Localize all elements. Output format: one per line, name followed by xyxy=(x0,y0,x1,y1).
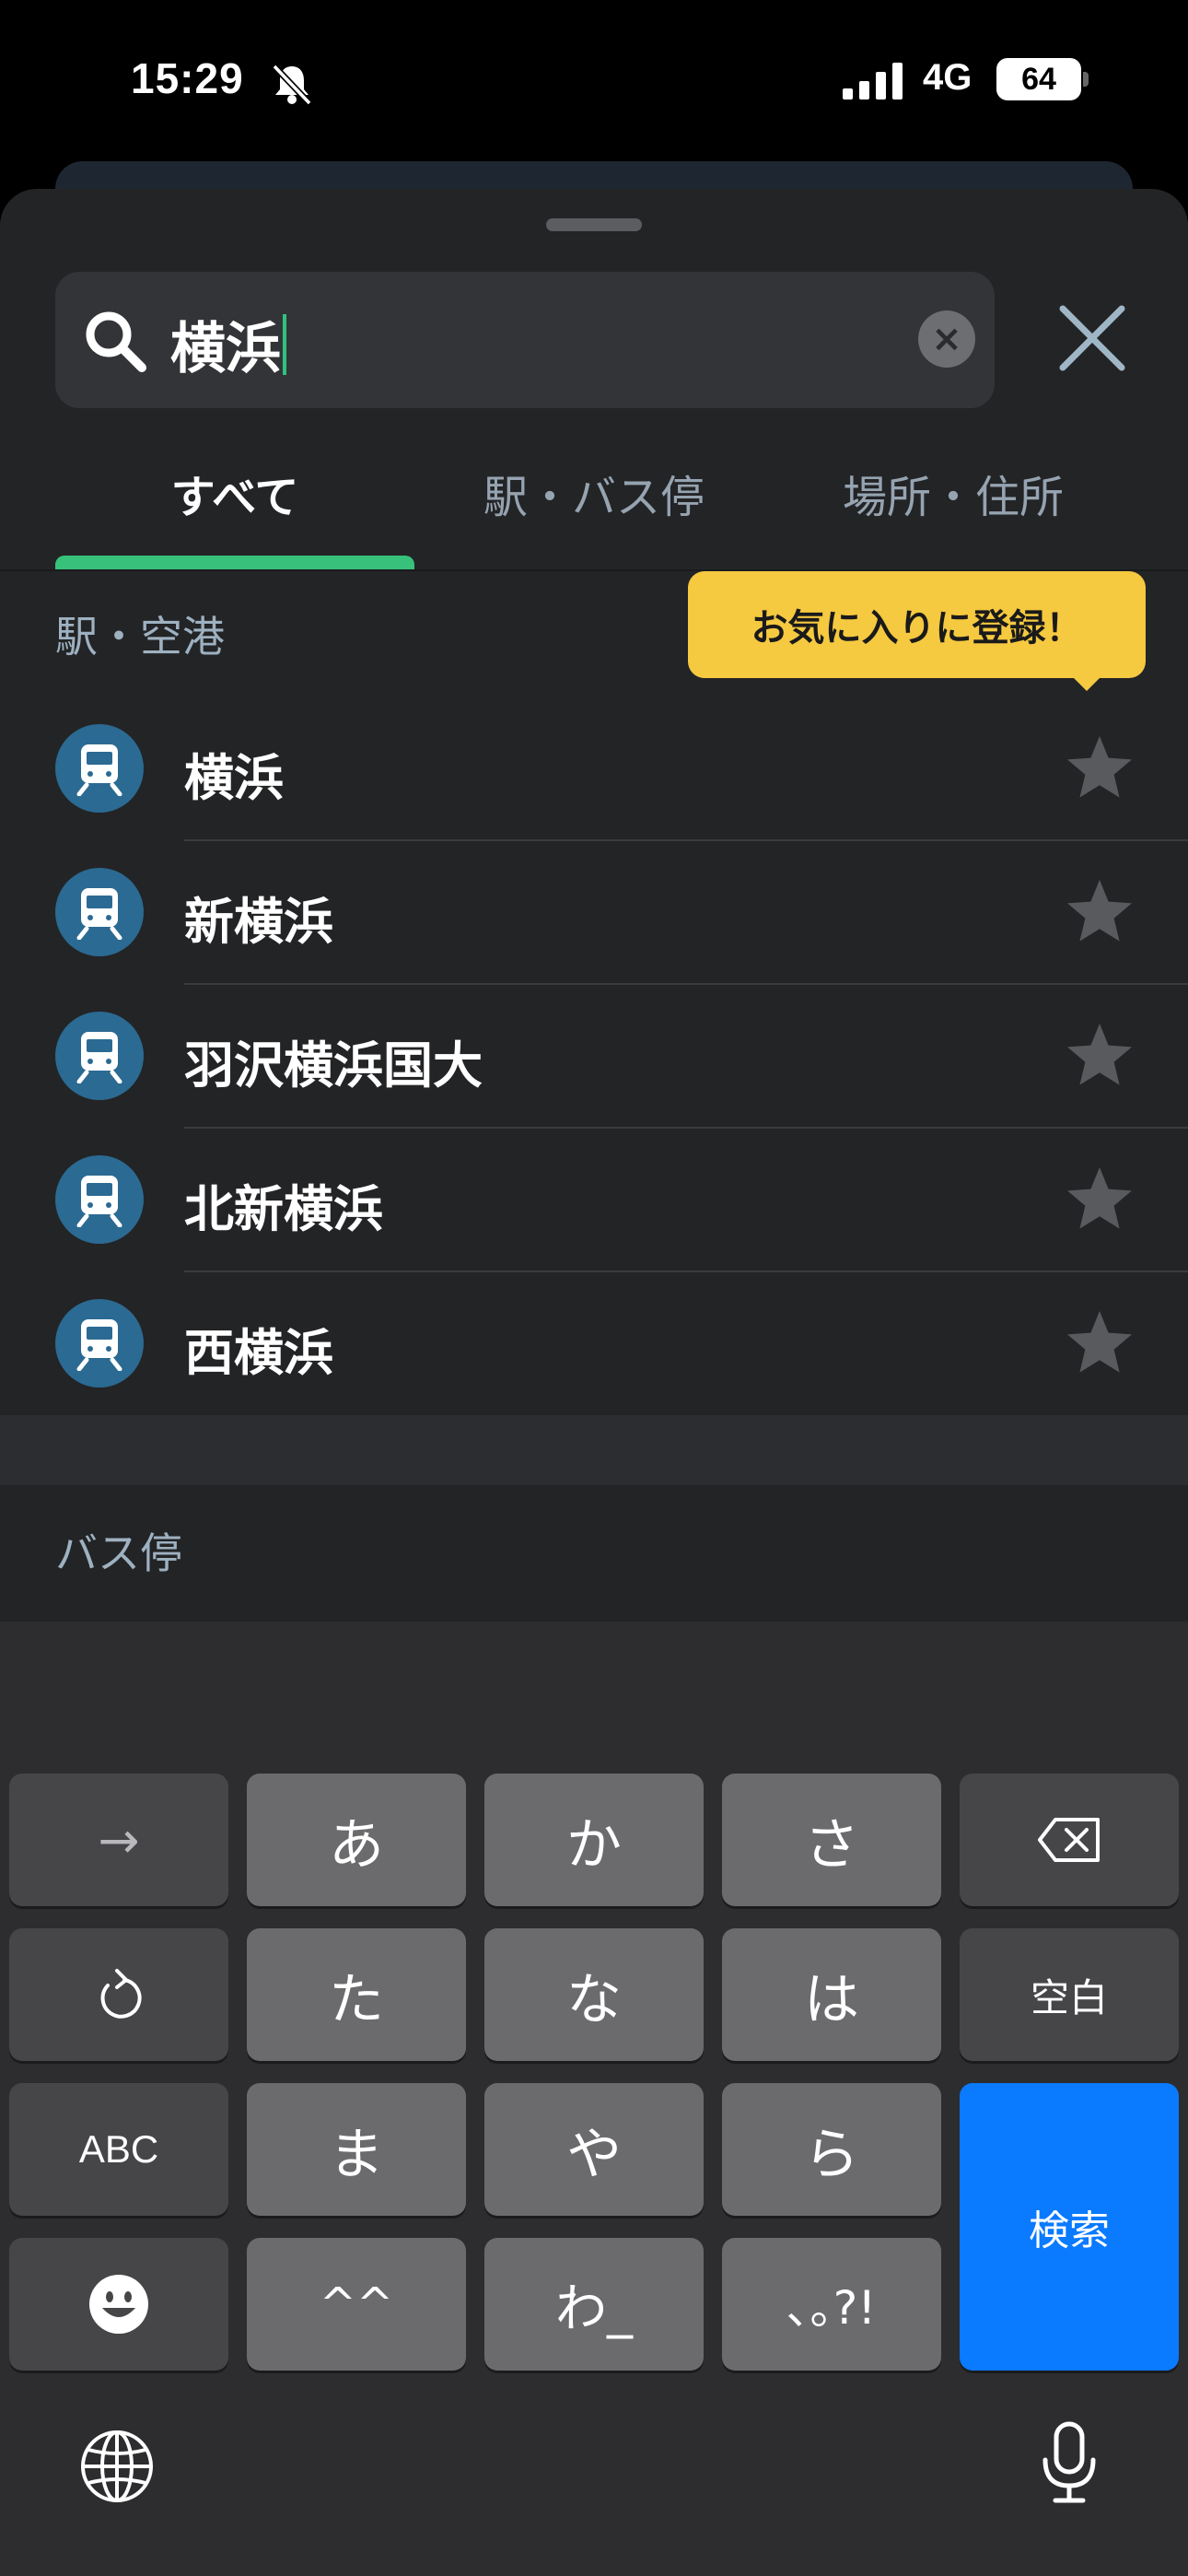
key-arrow[interactable]: → xyxy=(9,1774,228,1906)
undo-key[interactable] xyxy=(9,1928,228,2061)
train-icon xyxy=(55,1155,144,1244)
tab-places-address[interactable]: 場所・住所 xyxy=(774,461,1133,525)
train-icon xyxy=(55,868,144,956)
section-title-bus: バス停 xyxy=(55,1528,182,1578)
search-query[interactable]: 横浜 xyxy=(170,304,286,384)
search-query-text: 横浜 xyxy=(170,317,281,381)
key-wa[interactable]: わ_ xyxy=(484,2238,704,2371)
battery-tip xyxy=(1083,72,1089,87)
station-name: 横浜 xyxy=(184,749,284,807)
key-a[interactable]: あ xyxy=(247,1774,466,1906)
list-item-station[interactable] xyxy=(0,840,1188,984)
key-ma[interactable]: ま xyxy=(247,2083,466,2216)
train-icon xyxy=(55,1012,144,1100)
station-name: 西横浜 xyxy=(184,1324,333,1382)
key-kaomoji[interactable]: ^^ xyxy=(247,2238,466,2371)
list-item-station[interactable] xyxy=(0,984,1188,1128)
key-ta[interactable]: た xyxy=(247,1928,466,2061)
key-punctuation[interactable]: ､｡?! xyxy=(722,2238,941,2371)
status-time: 15:29 xyxy=(131,54,244,102)
sheet-grabber[interactable] xyxy=(546,218,642,231)
undo-icon xyxy=(100,1969,142,2019)
tab-all[interactable]: すべて xyxy=(55,461,414,525)
signal-icon xyxy=(843,63,903,100)
search-key[interactable]: 検索 xyxy=(960,2083,1179,2371)
text-caret xyxy=(283,313,286,375)
clear-icon: × xyxy=(931,318,962,360)
section-title-stations: 駅・空港 xyxy=(55,612,225,662)
close-icon[interactable] xyxy=(1055,301,1129,375)
key-ha[interactable]: は xyxy=(722,1928,941,2061)
tab-indicator xyxy=(55,556,414,570)
star-icon[interactable] xyxy=(1065,1020,1135,1090)
delete-key[interactable] xyxy=(960,1774,1179,1906)
emoji-icon xyxy=(89,2275,148,2334)
tab-stations-bus[interactable]: 駅・バス停 xyxy=(414,461,774,525)
emoji-key[interactable] xyxy=(9,2238,228,2371)
list-item-station[interactable] xyxy=(0,1271,1188,1415)
star-icon[interactable] xyxy=(1065,876,1135,946)
list-item-station[interactable] xyxy=(0,1128,1188,1271)
globe-icon[interactable] xyxy=(79,2429,155,2504)
section-separator xyxy=(0,1415,1188,1485)
list-item-station[interactable] xyxy=(0,697,1188,840)
network-type: 4G xyxy=(923,57,973,98)
backspace-icon xyxy=(1038,1818,1100,1862)
key-ra[interactable]: ら xyxy=(722,2083,941,2216)
station-name: 新横浜 xyxy=(184,893,333,951)
key-sa[interactable]: さ xyxy=(722,1774,941,1906)
clear-search-button[interactable]: × xyxy=(918,310,975,368)
star-icon[interactable] xyxy=(1065,732,1135,802)
station-name: 北新横浜 xyxy=(184,1180,383,1238)
mic-icon[interactable] xyxy=(1039,2421,1100,2504)
search-icon xyxy=(86,311,146,372)
star-icon[interactable] xyxy=(1065,1164,1135,1234)
key-na[interactable]: な xyxy=(484,1928,704,2061)
train-icon xyxy=(55,724,144,813)
tooltip-arrow xyxy=(1072,676,1101,691)
space-key[interactable]: 空白 xyxy=(960,1928,1179,2061)
train-icon xyxy=(55,1299,144,1388)
bell-slash-icon xyxy=(272,64,312,106)
favorite-tooltip: お気に入りに登録！ xyxy=(688,571,1146,678)
star-icon[interactable] xyxy=(1065,1307,1135,1377)
battery-indicator: 64 xyxy=(996,58,1081,100)
key-ya[interactable]: や xyxy=(484,2083,704,2216)
station-name: 羽沢横浜国大 xyxy=(184,1036,483,1095)
abc-key[interactable]: ABC xyxy=(9,2083,228,2216)
key-ka[interactable]: か xyxy=(484,1774,704,1906)
